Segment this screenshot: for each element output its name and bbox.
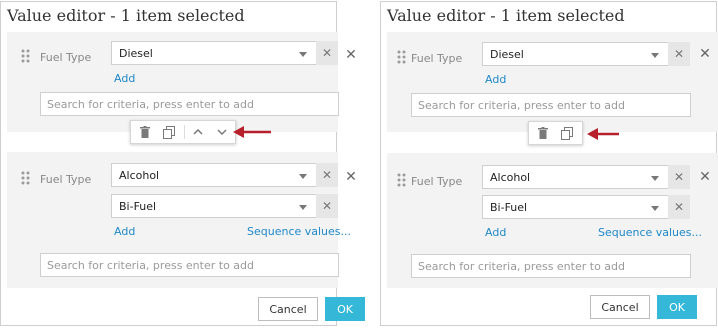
select-value: Alcohol (119, 169, 160, 182)
remove-criteria-icon[interactable]: ✕ (344, 170, 358, 184)
add-link[interactable]: Add (485, 226, 506, 239)
value-select[interactable]: Alcohol (482, 165, 670, 189)
select-value: Diesel (119, 47, 153, 60)
cancel-button[interactable]: Cancel (590, 295, 650, 319)
criteria-group-2: Fuel Type Alcohol ✕ ✕ Bi-Fuel ✕ Add Sequ… (387, 153, 718, 288)
chevron-down-icon (299, 52, 307, 57)
chevron-up-icon[interactable] (187, 121, 209, 143)
select-value: Bi-Fuel (490, 201, 528, 214)
criteria-group-2: Fuel Type Alcohol ✕ Bi-Fuel ✕ Add Sequen… (7, 152, 351, 288)
annotation-arrow-icon (587, 128, 619, 140)
cancel-button[interactable]: Cancel (258, 297, 318, 321)
chevron-down-icon (651, 206, 659, 211)
clear-value-button[interactable]: ✕ (668, 42, 690, 66)
criteria-label: Fuel Type (411, 52, 463, 65)
copy-icon[interactable] (556, 122, 578, 144)
remove-criteria-icon[interactable]: ✕ (698, 47, 712, 61)
value-select[interactable]: Bi-Fuel (111, 194, 318, 218)
sequence-values-link[interactable]: Sequence values... (247, 225, 351, 238)
ok-button[interactable]: OK (657, 295, 697, 319)
annotation-arrow-icon (233, 126, 271, 138)
criteria-group-1: Fuel Type Diesel ✕ ✕ Add (387, 32, 718, 132)
criteria-group-1: Fuel Type Diesel ✕ Add (7, 32, 339, 132)
add-link[interactable]: Add (485, 73, 506, 86)
add-link[interactable]: Add (114, 225, 135, 238)
value-editor-dialog-left: Value editor - 1 item selected Fuel Type… (0, 1, 365, 326)
chevron-down-icon (299, 174, 307, 179)
trash-icon[interactable] (134, 121, 156, 143)
chevron-down-icon (651, 176, 659, 181)
value-select[interactable]: Bi-Fuel (482, 195, 670, 219)
drag-handle-icon[interactable] (21, 49, 31, 63)
drag-handle-icon[interactable] (397, 173, 407, 187)
dialog-title: Value editor - 1 item selected (7, 6, 245, 25)
clear-value-button[interactable]: ✕ (316, 163, 338, 187)
chevron-down-icon[interactable] (211, 121, 233, 143)
criteria-label: Fuel Type (40, 51, 92, 64)
toolbar-divider (184, 125, 185, 139)
clear-value-button[interactable]: ✕ (668, 165, 690, 189)
drag-handle-icon[interactable] (397, 50, 407, 64)
remove-criteria-icon[interactable]: ✕ (698, 170, 712, 184)
criteria-label: Fuel Type (411, 175, 463, 188)
add-link[interactable]: Add (114, 72, 135, 85)
clear-value-button[interactable]: ✕ (316, 194, 338, 218)
value-select[interactable]: Diesel (111, 41, 318, 65)
clear-value-button[interactable]: ✕ (668, 195, 690, 219)
value-select[interactable]: Alcohol (111, 163, 318, 187)
select-value: Alcohol (490, 171, 531, 184)
trash-icon[interactable] (532, 122, 554, 144)
criteria-search-input[interactable] (40, 253, 339, 277)
criteria-search-input[interactable] (411, 93, 691, 117)
criteria-search-input[interactable] (40, 92, 339, 116)
chevron-down-icon (299, 205, 307, 210)
sequence-values-link[interactable]: Sequence values... (598, 226, 702, 239)
criteria-label: Fuel Type (40, 173, 92, 186)
ok-button[interactable]: OK (325, 297, 365, 321)
criteria-search-input[interactable] (411, 254, 691, 278)
remove-criteria-icon[interactable]: ✕ (344, 48, 358, 62)
criteria-toolbar (130, 120, 236, 144)
dialog-title: Value editor - 1 item selected (387, 6, 625, 25)
select-value: Bi-Fuel (119, 200, 157, 213)
select-value: Diesel (490, 48, 524, 61)
value-editor-dialog-right: Value editor - 1 item selected Fuel Type… (380, 1, 718, 326)
drag-handle-icon[interactable] (21, 171, 31, 185)
clear-value-button[interactable]: ✕ (316, 41, 338, 65)
copy-icon[interactable] (158, 121, 180, 143)
chevron-down-icon (651, 53, 659, 58)
criteria-toolbar (528, 121, 583, 145)
value-select[interactable]: Diesel (482, 42, 670, 66)
